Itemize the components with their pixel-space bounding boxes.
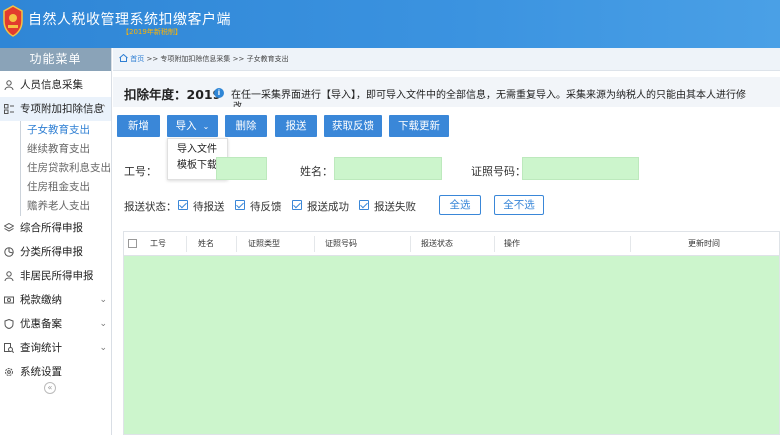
submenu-special-deduction: 子女教育支出 继续教育支出 住房贷款利息支出 住房租金支出 赡养老人支出 xyxy=(20,121,111,216)
sidebar-collapse-button[interactable]: « xyxy=(44,382,56,394)
sidebar-item-person-info[interactable]: 人员信息采集 xyxy=(0,73,111,97)
delete-button[interactable]: 删除 xyxy=(225,115,267,137)
money-icon xyxy=(4,296,14,304)
sidebar-item-comprehensive-income[interactable]: 综合所得申报 xyxy=(0,216,111,240)
chevron-down-icon: ⌄ xyxy=(99,343,107,353)
column-header-action[interactable]: 操作 xyxy=(504,232,520,256)
status-option-label: 报送成功 xyxy=(307,201,349,213)
column-header-cert-type[interactable]: 证照类型 xyxy=(248,232,280,256)
sidebar-item-system-settings[interactable]: 系统设置 xyxy=(0,360,111,384)
status-option-label: 报送失败 xyxy=(374,201,416,213)
select-all-button[interactable]: 全选 xyxy=(439,195,481,215)
employee-id-label: 工号： xyxy=(124,165,157,178)
import-file-menu-item[interactable]: 导入文件 xyxy=(168,142,227,158)
sidebar-subitem-child-education[interactable]: 子女教育支出 xyxy=(21,121,111,140)
layers-icon xyxy=(4,223,14,232)
chevron-up-icon: ⌃ xyxy=(99,104,107,114)
sidebar-item-nonresident-income[interactable]: 非居民所得申报 xyxy=(0,264,111,288)
person-icon xyxy=(4,80,14,90)
sidebar-item-label: 查询统计 xyxy=(20,342,62,354)
import-button-label: 导入 xyxy=(175,120,197,132)
status-option-label: 待反馈 xyxy=(250,201,282,213)
child-education-table: 工号 姓名 证照类型 证照号码 报送状态 操作 更新时间 xyxy=(123,231,780,435)
breadcrumb-level1[interactable]: 专项附加扣除信息采集 xyxy=(160,55,230,63)
breadcrumb: 首页 >> 专项附加扣除信息采集 >> 子女教育支出 xyxy=(113,48,780,71)
column-header-name[interactable]: 姓名 xyxy=(198,232,214,256)
column-divider xyxy=(186,236,187,252)
sidebar-subitem-continuing-education[interactable]: 继续教育支出 xyxy=(21,140,111,159)
sidebar-item-label: 人员信息采集 xyxy=(20,79,83,91)
sidebar-subitem-housing-rent[interactable]: 住房租金支出 xyxy=(21,178,111,197)
add-button[interactable]: 新增 xyxy=(117,115,160,137)
gear-icon xyxy=(5,368,13,376)
status-send-failed-checkbox[interactable] xyxy=(359,200,369,210)
sidebar: 功能菜单 人员信息采集 专项附加扣除信息 ⌃ 子女教育支出 继续教育支出 住房贷… xyxy=(0,48,112,435)
get-feedback-button[interactable]: 获取反馈 xyxy=(324,115,382,137)
breadcrumb-home[interactable]: 首页 xyxy=(130,55,144,63)
list-icon xyxy=(4,104,14,114)
main-content: 扣除年度：2019 i 在任一采集界面进行【导入】，即可导入文件中的全部信息，无… xyxy=(113,71,780,435)
sidebar-item-preferential-filing[interactable]: 优惠备案 ⌄ xyxy=(0,312,111,336)
status-send-success-checkbox[interactable] xyxy=(292,200,302,210)
tax-emblem-icon xyxy=(3,5,23,37)
breadcrumb-separator: >> xyxy=(230,55,247,63)
sidebar-item-label: 综合所得申报 xyxy=(20,222,83,234)
column-header-update-time[interactable]: 更新时间 xyxy=(688,232,720,256)
info-icon: i xyxy=(214,88,224,98)
breadcrumb-separator: >> xyxy=(144,55,161,63)
home-icon xyxy=(119,53,128,62)
cert-number-label: 证照号码： xyxy=(471,165,526,178)
select-all-rows-checkbox[interactable] xyxy=(128,239,137,248)
sidebar-subitem-elderly-support[interactable]: 赡养老人支出 xyxy=(21,197,111,216)
app-header: 自然人税收管理系统扣缴客户端 【2019年新税制】 xyxy=(0,0,780,48)
table-header: 工号 姓名 证照类型 证照号码 报送状态 操作 更新时间 xyxy=(124,232,779,256)
column-divider xyxy=(410,236,411,252)
cert-number-input[interactable] xyxy=(522,157,639,180)
column-divider xyxy=(236,236,237,252)
sidebar-item-classified-income[interactable]: 分类所得申报 xyxy=(0,240,111,264)
search-icon xyxy=(4,343,14,353)
status-option-label: 待报送 xyxy=(193,201,225,213)
sidebar-item-label: 税款缴纳 xyxy=(20,294,62,306)
shield-icon xyxy=(4,319,14,329)
info-text-continued: 改 xyxy=(233,102,243,107)
breadcrumb-current: 子女教育支出 xyxy=(246,55,289,63)
column-header-cert-number[interactable]: 证照号码 xyxy=(325,232,357,256)
column-header-employee-id[interactable]: 工号 xyxy=(150,232,166,256)
sidebar-item-label: 专项附加扣除信息 xyxy=(20,103,104,115)
send-button[interactable]: 报送 xyxy=(275,115,317,137)
info-text: 在任一采集界面进行【导入】，即可导入文件中的全部信息，无需重复导入。采集来源为纳… xyxy=(231,90,746,101)
app-title: 自然人税收管理系统扣缴客户端 xyxy=(28,12,231,28)
select-none-button[interactable]: 全不选 xyxy=(494,195,544,215)
column-divider xyxy=(314,236,315,252)
sidebar-item-label: 分类所得申报 xyxy=(20,246,83,258)
sidebar-item-label: 非居民所得申报 xyxy=(20,270,94,282)
pie-icon xyxy=(4,247,14,257)
app-version: 【2019年新税制】 xyxy=(122,28,182,36)
sidebar-subitem-housing-loan[interactable]: 住房贷款利息支出 xyxy=(21,159,111,178)
column-divider xyxy=(630,236,631,252)
sidebar-item-tax-payment[interactable]: 税款缴纳 ⌄ xyxy=(0,288,111,312)
deduction-year: 扣除年度：2019 xyxy=(124,87,222,102)
chevron-down-icon: ⌄ xyxy=(99,295,107,305)
employee-id-input[interactable] xyxy=(216,157,267,180)
send-status-label: 报送状态： xyxy=(124,201,177,213)
download-update-button[interactable]: 下载更新 xyxy=(389,115,449,137)
sidebar-item-label: 系统设置 xyxy=(20,366,62,378)
import-button[interactable]: 导入 ⌄ xyxy=(167,115,218,137)
status-pending-feedback-checkbox[interactable] xyxy=(235,200,245,210)
chevron-down-icon: ⌄ xyxy=(202,122,210,131)
deduction-year-bar: 扣除年度：2019 i 在任一采集界面进行【导入】，即可导入文件中的全部信息，无… xyxy=(113,77,780,107)
column-header-send-status[interactable]: 报送状态 xyxy=(421,232,453,256)
column-divider xyxy=(494,236,495,252)
sidebar-item-query-statistics[interactable]: 查询统计 ⌄ xyxy=(0,336,111,360)
sidebar-item-label: 优惠备案 xyxy=(20,318,62,330)
name-label: 姓名： xyxy=(300,165,333,178)
name-input[interactable] xyxy=(334,157,442,180)
chevron-down-icon: ⌄ xyxy=(99,319,107,329)
menu-header: 功能菜单 xyxy=(0,48,111,71)
status-pending-send-checkbox[interactable] xyxy=(178,200,188,210)
sidebar-item-special-deduction[interactable]: 专项附加扣除信息 ⌃ xyxy=(0,97,111,121)
user-icon xyxy=(4,271,14,281)
